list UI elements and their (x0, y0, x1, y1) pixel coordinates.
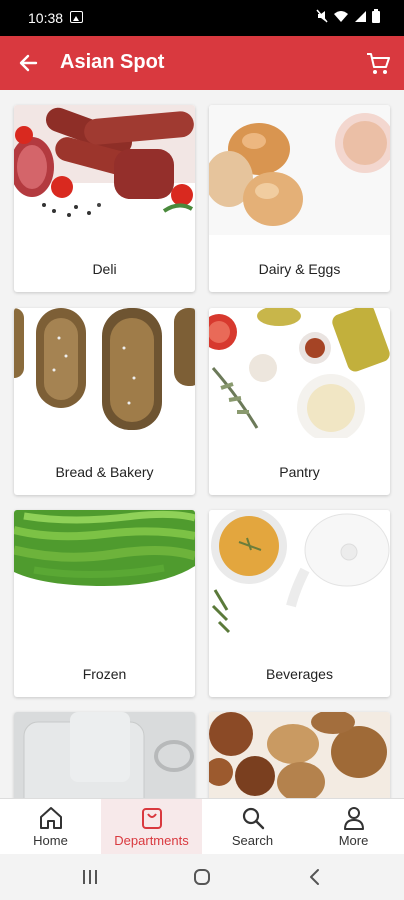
nav-departments[interactable]: Departments (101, 799, 202, 855)
gallery-icon (70, 11, 83, 23)
canned-image (14, 712, 195, 798)
beverages-image (209, 510, 390, 640)
frozen-image (14, 510, 195, 640)
department-card-beverages[interactable]: Beverages (209, 510, 390, 697)
department-label: Beverages (266, 666, 333, 682)
department-card-canned[interactable] (14, 712, 195, 798)
department-label: Pantry (279, 464, 320, 480)
bag-icon (142, 808, 162, 829)
department-label: Dairy & Eggs (258, 261, 341, 277)
nav-more-label: More (338, 833, 369, 848)
app-bar: Asian Spot (0, 36, 404, 90)
cart-icon[interactable] (364, 49, 392, 77)
signal-icon (355, 10, 366, 22)
page-title: Asian Spot (60, 51, 165, 73)
wifi-icon (334, 10, 348, 22)
deli-image (14, 105, 195, 235)
nav-search[interactable]: Search (202, 799, 303, 855)
status-time: 10:38 (28, 10, 64, 26)
department-card-deli[interactable]: Deli (14, 105, 195, 292)
battery-icon (372, 9, 380, 23)
system-nav-bar (0, 854, 404, 900)
department-card-frozen[interactable]: Frozen (14, 510, 195, 697)
nav-more[interactable]: More (303, 799, 404, 855)
nuts-image (209, 712, 390, 798)
back-button-icon[interactable] (306, 867, 324, 887)
nav-search-label: Search (231, 833, 274, 848)
recent-apps-icon[interactable] (80, 868, 100, 886)
status-icons (316, 9, 380, 23)
pantry-image (209, 308, 390, 438)
home-icon (40, 807, 62, 829)
bread-bakery-image (14, 308, 195, 438)
status-bar: 10:38 (0, 0, 404, 36)
search-icon (242, 807, 265, 830)
back-arrow-icon[interactable] (16, 50, 42, 76)
department-card-nuts[interactable] (209, 712, 390, 798)
department-label: Frozen (82, 666, 127, 682)
mute-icon (316, 9, 328, 23)
department-card-bread-bakery[interactable]: Bread & Bakery (14, 308, 195, 495)
departments-grid: Deli Dairy & Eggs Bread & Bakery Pantry … (0, 90, 404, 798)
department-card-pantry[interactable]: Pantry (209, 308, 390, 495)
dairy-eggs-image (209, 105, 390, 235)
nav-home-label: Home (33, 833, 68, 848)
department-label: Deli (92, 261, 117, 277)
nav-home[interactable]: Home (0, 799, 101, 855)
person-icon (344, 807, 364, 830)
department-card-dairy-eggs[interactable]: Dairy & Eggs (209, 105, 390, 292)
department-label: Bread & Bakery (55, 464, 154, 480)
nav-departments-label: Departments (114, 833, 189, 848)
bottom-nav: Home Departments Search More (0, 798, 404, 855)
home-button-icon[interactable] (192, 867, 212, 887)
